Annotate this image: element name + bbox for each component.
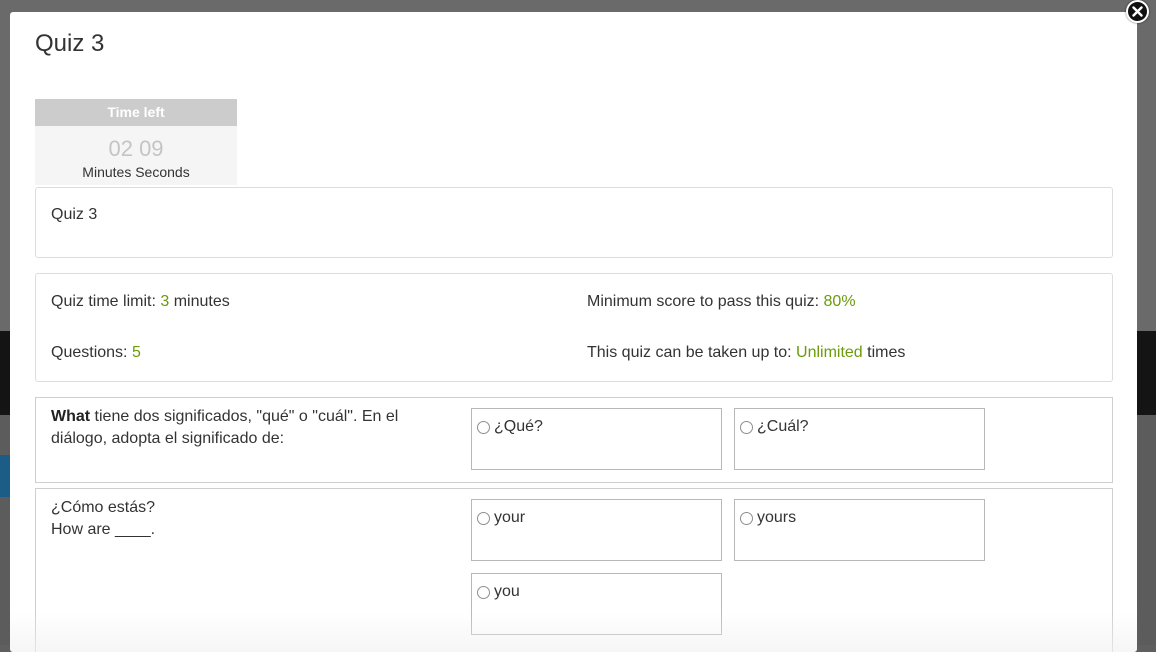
timer-value: 02 09 — [35, 126, 237, 162]
answer-option-que[interactable]: ¿Qué? — [471, 408, 722, 470]
attempts-info: This quiz can be taken up to: Unlimited … — [587, 344, 905, 362]
timer-seconds: 09 — [139, 136, 164, 161]
min-score-label: Minimum score to pass this quiz: — [587, 293, 824, 310]
timer-header: Time left — [35, 99, 237, 126]
question-2-text: ¿Cómo estás? How are ____. — [51, 497, 441, 541]
question-2: ¿Cómo estás? How are ____. your yours you — [35, 488, 1113, 652]
answer-label: you — [494, 583, 520, 600]
question-1-bold: What — [51, 408, 91, 425]
time-limit-unit: minutes — [169, 293, 230, 310]
questions-label: Questions: — [51, 344, 132, 361]
attempts-value: Unlimited — [796, 344, 863, 361]
quiz-description: Quiz 3 — [51, 206, 98, 223]
close-button[interactable] — [1126, 0, 1149, 23]
answer-option-yours[interactable]: yours — [734, 499, 985, 561]
questions-info: Questions: 5 — [51, 344, 141, 362]
countdown-timer: Time left 02 09 Minutes Seconds — [35, 99, 237, 185]
quiz-description-panel: Quiz 3 — [35, 187, 1113, 258]
quiz-modal: Quiz 3 Time left 02 09 Minutes Seconds Q… — [10, 12, 1137, 652]
timer-body: 02 09 Minutes Seconds — [35, 126, 237, 185]
radio-button[interactable] — [477, 586, 490, 599]
radio-button[interactable] — [740, 421, 753, 434]
modal-title: Quiz 3 — [35, 30, 105, 57]
attempts-label: This quiz can be taken up to: — [587, 344, 797, 361]
answer-option-you[interactable]: you — [471, 573, 722, 635]
timer-minutes: 02 — [108, 136, 133, 161]
close-icon — [1132, 6, 1143, 17]
question-2-line-1: ¿Cómo estás? — [51, 499, 156, 516]
questions-value: 5 — [131, 344, 141, 361]
answer-label: yours — [757, 509, 797, 526]
question-2-line-2: How are ____. — [51, 521, 156, 538]
question-1-body: tiene dos significados, "qué" o "cuál". … — [51, 408, 399, 447]
answer-option-your[interactable]: your — [471, 499, 722, 561]
background-blue-block — [0, 455, 10, 497]
min-score-value: 80% — [823, 293, 856, 310]
attempts-unit: times — [862, 344, 906, 361]
radio-button[interactable] — [477, 421, 490, 434]
time-limit-label: Quiz time limit: — [51, 293, 161, 310]
time-limit-info: Quiz time limit: 3 minutes — [51, 293, 230, 311]
timer-units: Minutes Seconds — [82, 164, 190, 180]
radio-button[interactable] — [477, 512, 490, 525]
time-limit-value: 3 — [160, 293, 170, 310]
min-score-info: Minimum score to pass this quiz: 80% — [587, 293, 856, 311]
answer-label: ¿Cuál? — [757, 418, 809, 435]
question-1: What tiene dos significados, "qué" o "cu… — [35, 397, 1113, 483]
answer-label: ¿Qué? — [494, 418, 543, 435]
question-1-text: What tiene dos significados, "qué" o "cu… — [51, 406, 441, 450]
radio-button[interactable] — [740, 512, 753, 525]
quiz-info-panel: Quiz time limit: 3 minutes Questions: 5 … — [35, 273, 1113, 382]
answer-label: your — [494, 509, 526, 526]
answer-option-cual[interactable]: ¿Cuál? — [734, 408, 985, 470]
